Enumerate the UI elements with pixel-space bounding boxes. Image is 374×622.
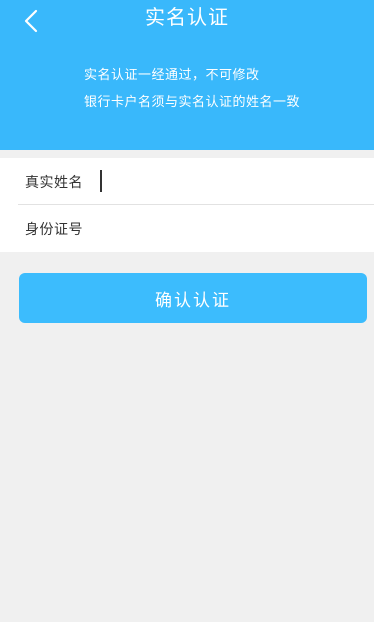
page-title: 实名认证 <box>145 5 229 29</box>
notice-line-2: 银行卡户名须与实名认证的姓名一致 <box>84 95 301 110</box>
notice-line-1: 实名认证一经通过，不可修改 <box>84 68 260 83</box>
id-number-input[interactable] <box>100 215 360 241</box>
auth-form: 真实姓名 身份证号 <box>0 158 374 252</box>
id-number-row: 身份证号 <box>0 205 374 252</box>
real-name-row: 真实姓名 <box>0 158 374 205</box>
id-number-label: 身份证号 <box>25 221 83 238</box>
text-caret <box>100 170 102 192</box>
header: 实名认证 实名认证一经通过，不可修改 银行卡户名须与实名认证的姓名一致 <box>0 0 374 150</box>
real-name-label: 真实姓名 <box>25 174 83 191</box>
real-name-input[interactable] <box>100 168 360 194</box>
confirm-auth-button[interactable]: 确认认证 <box>19 273 367 323</box>
real-name-auth-screen: 实名认证 实名认证一经通过，不可修改 银行卡户名须与实名认证的姓名一致 真实姓名… <box>0 0 374 622</box>
